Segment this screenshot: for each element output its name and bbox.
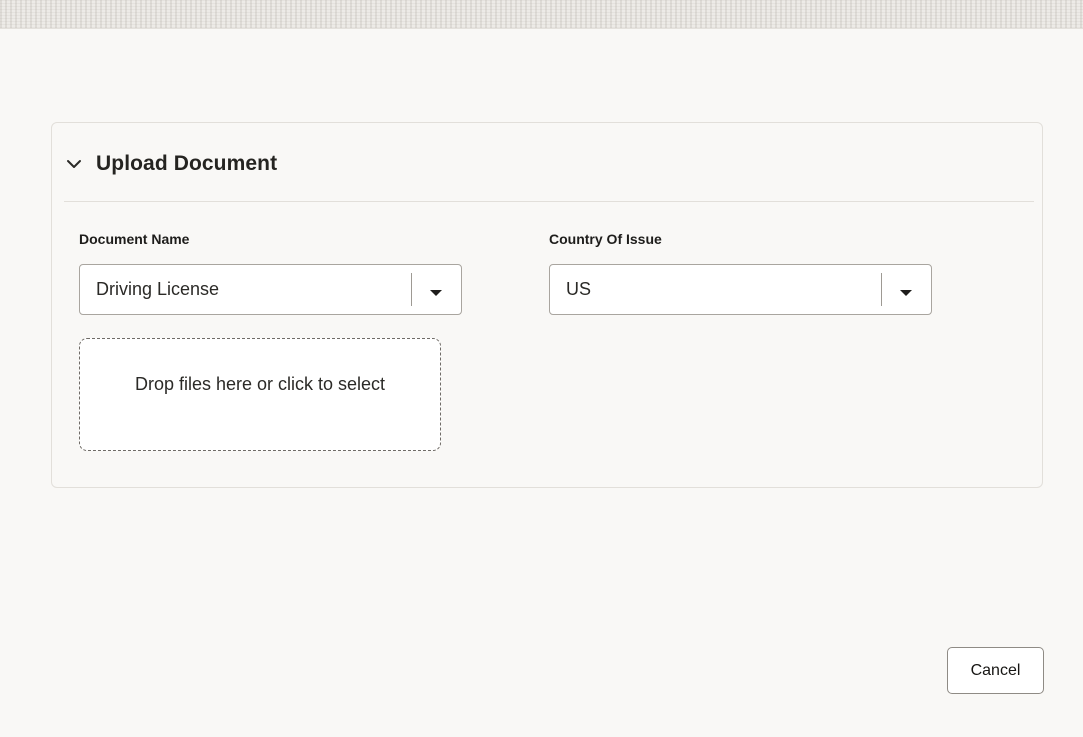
header-decorative-band [0, 0, 1083, 29]
panel-title: Upload Document [96, 152, 278, 175]
country-of-issue-value: US [566, 279, 592, 299]
country-of-issue-select[interactable]: US [549, 264, 932, 315]
file-dropzone[interactable]: Drop files here or click to select [79, 338, 441, 451]
dropzone-text: Drop files here or click to select [134, 374, 386, 394]
country-of-issue-label: Country Of Issue [549, 231, 662, 247]
select-separator [881, 273, 882, 306]
header-divider [64, 201, 1034, 202]
cancel-button[interactable]: Cancel [947, 647, 1044, 694]
caret-down-icon[interactable] [899, 285, 913, 296]
upload-document-panel: Upload Document Document Name Driving Li… [51, 122, 1043, 488]
select-separator [411, 273, 412, 306]
panel-toggle[interactable]: Upload Document [64, 149, 277, 179]
document-name-label: Document Name [79, 231, 190, 247]
document-name-value: Driving License [96, 279, 220, 299]
document-name-select[interactable]: Driving License [79, 264, 462, 315]
chevron-down-icon [64, 154, 84, 174]
caret-down-icon[interactable] [429, 285, 443, 296]
